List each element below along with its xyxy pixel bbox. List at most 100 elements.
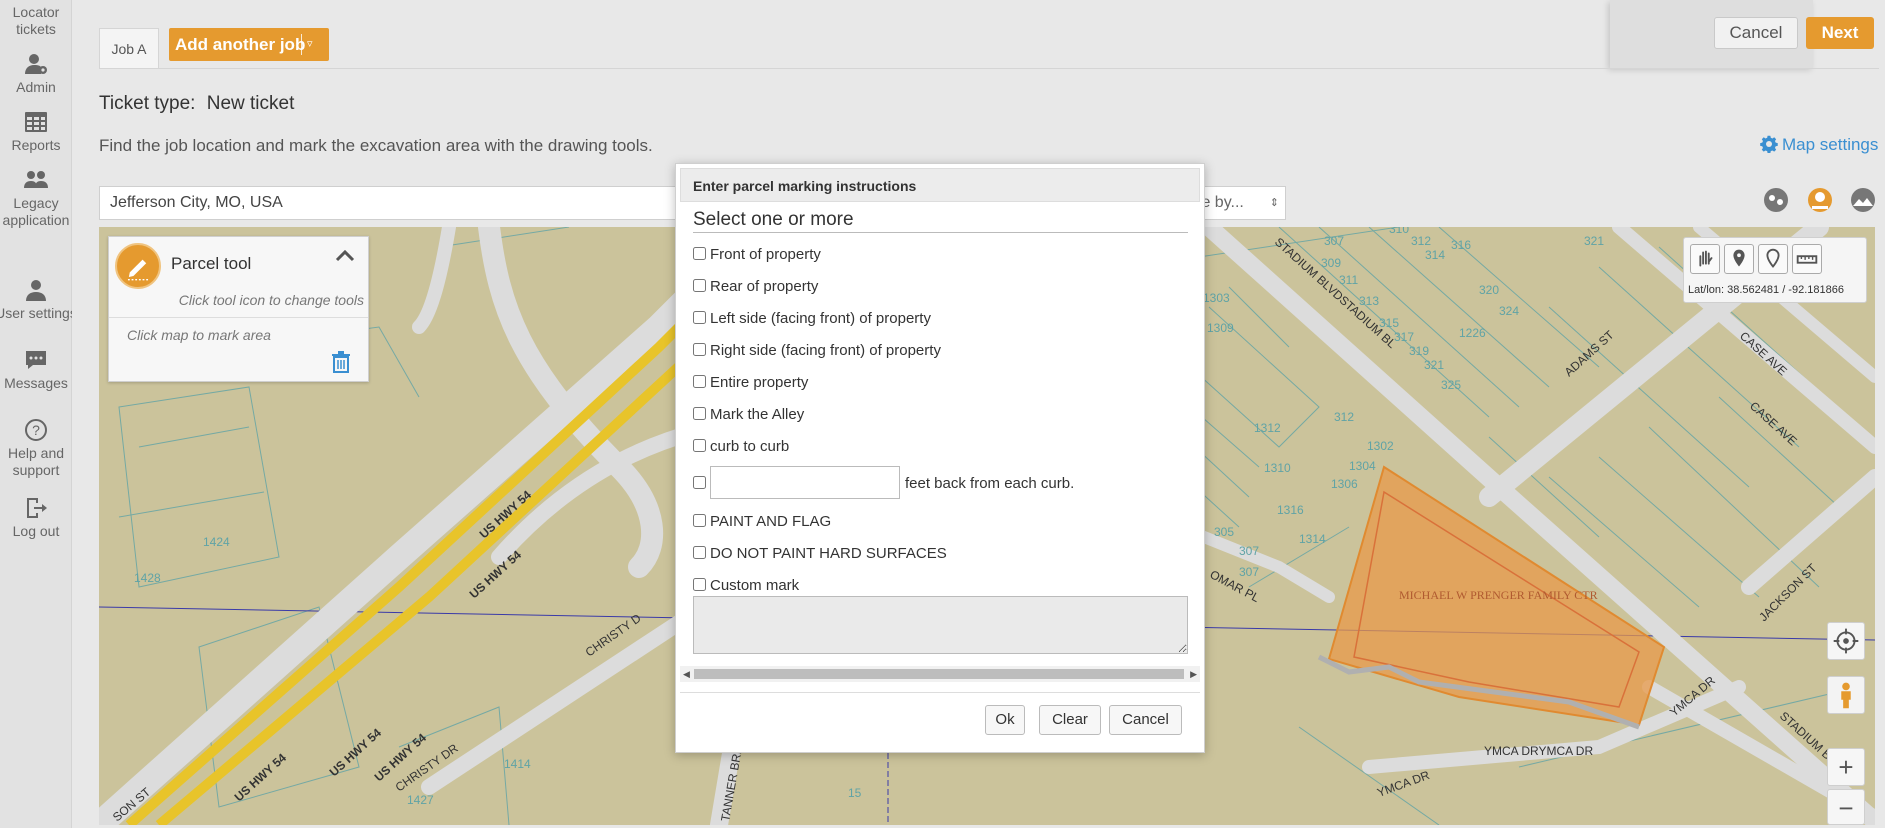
option-label: Right side (facing front) of property: [710, 342, 941, 359]
checkbox[interactable]: [693, 439, 706, 452]
option-label: Entire property: [710, 374, 809, 391]
sidebar-item-label: Messages: [4, 375, 68, 391]
map-settings-link[interactable]: Map settings: [1760, 135, 1878, 155]
sidebar-item-label: User settings: [0, 305, 77, 321]
locate-crosshair-icon[interactable]: [1827, 622, 1865, 660]
layer-orange-icon[interactable]: [1806, 186, 1834, 214]
parcel-number: 307: [1239, 565, 1259, 579]
option-front-of-property[interactable]: Front of property: [693, 246, 821, 263]
option-mark-the-alley[interactable]: Mark the Alley: [693, 406, 804, 423]
parcel-number: 305: [1214, 525, 1234, 539]
checkbox[interactable]: [693, 546, 706, 559]
lat-lon-readout: Lat/lon: 38.562481 / -92.181866: [1688, 284, 1844, 296]
feet-back-label: feet back from each curb.: [905, 475, 1075, 492]
cancel-button[interactable]: Cancel: [1714, 17, 1798, 49]
map-pin-outline-icon[interactable]: [1758, 244, 1788, 274]
sidebar-item-label: Legacy application: [2, 195, 70, 228]
option-curb-to-curb[interactable]: curb to curb: [693, 438, 789, 455]
option-do-not-paint[interactable]: DO NOT PAINT HARD SURFACES: [693, 545, 947, 562]
sidebar-item-log-out[interactable]: Log out: [0, 496, 72, 540]
parcel-number: 312: [1334, 410, 1354, 424]
option-left-side[interactable]: Left side (facing front) of property: [693, 310, 931, 327]
map-label: ADAMS ST: [1562, 327, 1617, 379]
sidebar-item-help[interactable]: ? Help and support: [0, 418, 72, 479]
tab-divider: [99, 68, 1879, 69]
parcel-number: 321: [1584, 234, 1604, 248]
parcel-number: 1310: [1264, 461, 1291, 475]
sidebar-item-label: Admin: [16, 79, 56, 95]
parcel-number: 1226: [1459, 326, 1486, 340]
option-label: curb to curb: [710, 438, 790, 455]
feet-back-input[interactable]: [710, 466, 900, 499]
sidebar-item-reports[interactable]: Reports: [0, 110, 72, 154]
horizontal-scrollbar[interactable]: ◀ ▶: [680, 666, 1200, 682]
sidebar-item-messages[interactable]: Messages: [0, 348, 72, 392]
option-custom-mark[interactable]: Custom mark: [693, 577, 799, 594]
parcel-number: 316: [1451, 238, 1471, 252]
trash-icon[interactable]: [331, 351, 351, 373]
parcel-number: 317: [1394, 330, 1414, 344]
checkbox[interactable]: [693, 247, 706, 260]
map-pin-icon[interactable]: [1724, 244, 1754, 274]
scroll-thumb[interactable]: [694, 669, 1184, 679]
option-rear-of-property[interactable]: Rear of property: [693, 278, 818, 295]
option-feet-back-checkbox[interactable]: [693, 475, 710, 492]
option-paint-and-flag[interactable]: PAINT AND FLAG: [693, 513, 831, 530]
split-separator: [301, 34, 302, 55]
map-label: MICHAEL W PRENGER FAMILY CTR: [1399, 588, 1598, 602]
parcel-tool-panel: Parcel tool Click tool icon to change to…: [108, 236, 369, 382]
locate-by-select[interactable]: te by... ⇕: [1196, 186, 1286, 220]
parcel-number: 1316: [1277, 503, 1304, 517]
sidebar-item-admin[interactable]: Admin: [0, 52, 72, 96]
checkbox[interactable]: [693, 476, 706, 489]
pencil-icon: [127, 259, 149, 281]
parcel-number: 307: [1324, 234, 1344, 248]
parcel-number: 321: [1424, 358, 1444, 372]
option-entire-property[interactable]: Entire property: [693, 374, 808, 391]
add-another-job-button[interactable]: Add another job ▿: [169, 28, 329, 61]
layer-terrain-icon[interactable]: [1849, 186, 1877, 214]
sidebar-item-legacy-application[interactable]: Legacy application: [0, 168, 72, 229]
sidebar-item-user-settings[interactable]: User settings: [0, 278, 78, 322]
checkbox[interactable]: [693, 514, 706, 527]
zoom-in-button[interactable]: +: [1827, 748, 1865, 786]
option-label: DO NOT PAINT HARD SURFACES: [710, 545, 947, 562]
group-users-icon: [24, 168, 48, 192]
hand-pan-icon[interactable]: [1690, 244, 1720, 274]
custom-mark-textarea[interactable]: [693, 596, 1188, 654]
ok-button[interactable]: Ok: [985, 705, 1025, 735]
ruler-measure-icon[interactable]: [1792, 244, 1822, 274]
dialog-subtitle: Select one or more: [693, 209, 1188, 233]
parcel-number: 320: [1479, 283, 1499, 297]
location-search-input[interactable]: Jefferson City, MO, USA: [99, 186, 679, 220]
street-view-pegman-icon[interactable]: [1827, 676, 1865, 714]
clear-button[interactable]: Clear: [1039, 705, 1101, 735]
dialog-title: Enter parcel marking instructions: [680, 168, 1200, 202]
checkbox[interactable]: [693, 407, 706, 420]
next-button[interactable]: Next: [1806, 17, 1874, 49]
dialog-cancel-button[interactable]: Cancel: [1109, 705, 1182, 735]
map-settings-label: Map settings: [1782, 135, 1879, 154]
add-job-label: Add another job: [175, 35, 306, 54]
parcel-number: 1306: [1331, 477, 1358, 491]
scroll-right-icon[interactable]: ▶: [1190, 666, 1197, 682]
checkbox[interactable]: [693, 375, 706, 388]
chevron-up-icon[interactable]: [333, 245, 357, 265]
sidebar-item-locator-tickets[interactable]: Locator tickets: [0, 4, 72, 38]
checkbox[interactable]: [693, 578, 706, 591]
chevron-down-icon[interactable]: ▿: [307, 28, 313, 61]
checkbox[interactable]: [693, 311, 706, 324]
parcel-number: 1302: [1367, 439, 1394, 453]
zoom-out-button[interactable]: −: [1827, 789, 1865, 825]
checkbox[interactable]: [693, 343, 706, 356]
gear-icon: [1760, 135, 1778, 154]
parcel-tool-button[interactable]: [115, 243, 161, 289]
checkbox[interactable]: [693, 279, 706, 292]
table-grid-icon: [24, 110, 48, 134]
layer-pins-icon[interactable]: [1762, 186, 1790, 214]
tab-job-a[interactable]: Job A: [99, 28, 159, 68]
parcel-number: 325: [1441, 378, 1461, 392]
option-right-side[interactable]: Right side (facing front) of property: [693, 342, 941, 359]
sidebar-item-label: Locator tickets: [12, 4, 60, 37]
scroll-left-icon[interactable]: ◀: [683, 666, 690, 682]
